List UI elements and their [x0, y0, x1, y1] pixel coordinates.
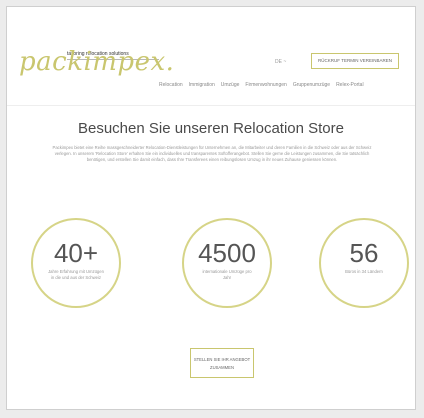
stat-circle-offices: 56 Büros in 34 Ländern: [319, 218, 409, 308]
stat-circle-experience: 40+ Jahre Erfahrung mit Umzügen in die u…: [31, 218, 121, 308]
stat-value: 4500: [198, 238, 256, 268]
nav-item-umzuege[interactable]: Umzüge: [221, 82, 240, 88]
site-header: tailoring relocation solutions packimpex…: [7, 7, 415, 106]
build-offer-button[interactable]: STELLEN SIE IHR ANGEBOT ZUSAMMEN: [190, 348, 254, 378]
language-selector[interactable]: DE ~: [275, 59, 286, 65]
packimpex-logo[interactable]: packimpex.: [19, 47, 174, 77]
nav-item-firmenwohnungen[interactable]: Firmenwohnungen: [245, 82, 286, 88]
callback-button[interactable]: RÜCKRUF TERMIN VEREINBAREN: [311, 53, 399, 69]
stat-value: 40+: [53, 238, 99, 268]
page-title: Besuchen Sie unseren Relocation Store: [77, 120, 344, 137]
intro-text: Packimpex bietet eine Reihe massgeschnei…: [52, 145, 372, 163]
stat-label: Jahre Erfahrung mit Umzügen in die und a…: [48, 269, 104, 280]
main-nav: Relocation Immigration Umzüge Firmenwohn…: [159, 82, 364, 88]
browser-frame: tailoring relocation solutions packimpex…: [6, 6, 416, 410]
nav-item-relocation[interactable]: Relocation: [159, 82, 183, 88]
nav-item-immigration[interactable]: Immigration: [189, 82, 215, 88]
stat-label: internationale Umzüge pro Jahr: [202, 269, 252, 280]
stat-value: 56: [349, 238, 379, 268]
nav-item-gruppenumzuege[interactable]: Gruppenumzüge: [293, 82, 330, 88]
stat-circle-moves: 4500 internationale Umzüge pro Jahr: [182, 218, 272, 308]
stat-label: Büros in 34 Ländern: [345, 269, 383, 274]
nav-item-relex-portal[interactable]: Relex-Portal: [336, 82, 364, 88]
